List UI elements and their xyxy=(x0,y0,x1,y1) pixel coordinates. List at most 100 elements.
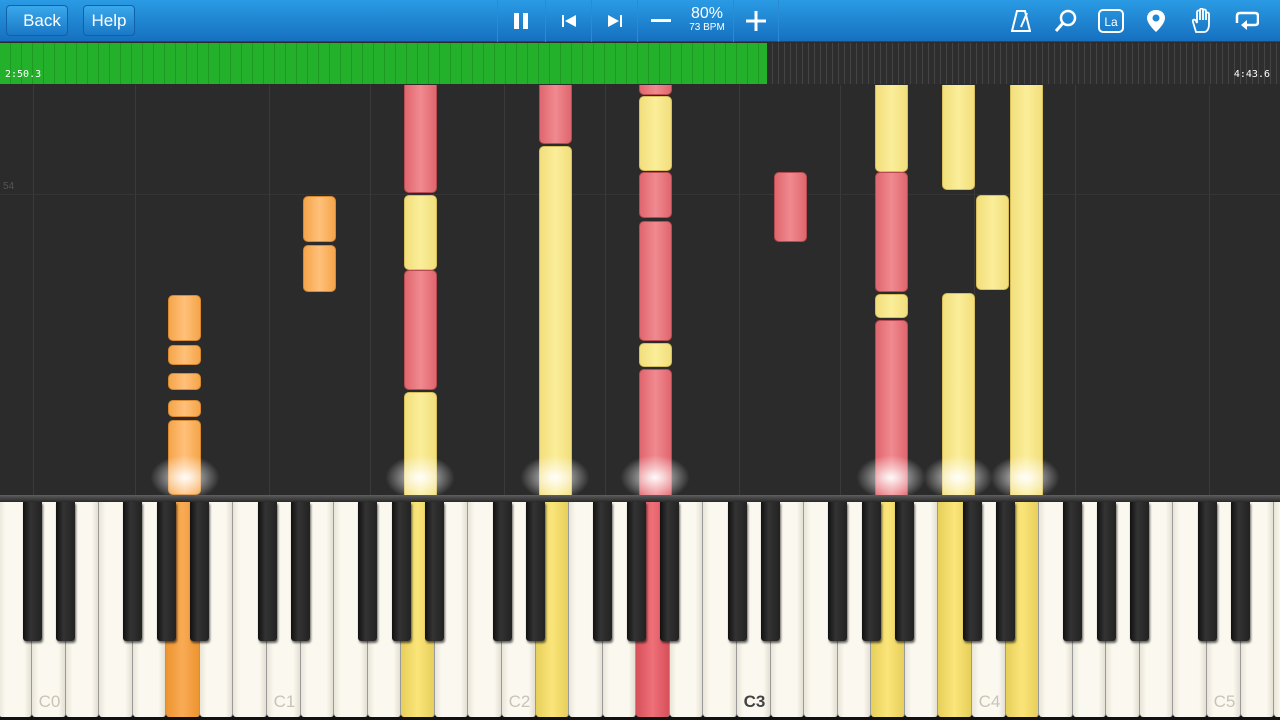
note-orange xyxy=(303,196,336,242)
note-orange xyxy=(168,373,201,390)
pause-button[interactable] xyxy=(497,0,543,42)
octave-gridline xyxy=(605,85,606,495)
octave-label-c0: C0 xyxy=(38,692,61,711)
octave-gridline xyxy=(135,85,136,495)
key-labels-button[interactable]: La xyxy=(1089,0,1133,42)
note-orange xyxy=(168,400,201,417)
note-yellow xyxy=(639,96,672,171)
top-toolbar: Back Help 80% 73 BPM La xyxy=(0,0,1280,42)
black-key[interactable] xyxy=(895,502,915,641)
hit-glow xyxy=(385,455,455,500)
black-key[interactable] xyxy=(1063,502,1083,641)
octave-gridline xyxy=(370,85,371,495)
back-button[interactable]: Back xyxy=(6,5,68,36)
note-yellow xyxy=(639,343,672,367)
speed-percent: 80% xyxy=(690,5,724,22)
octave-gridline xyxy=(504,85,505,495)
octave-label-c4: C4 xyxy=(978,692,1001,711)
note-red xyxy=(404,270,437,390)
black-key[interactable] xyxy=(593,502,613,641)
octave-gridline xyxy=(1209,85,1210,495)
black-key[interactable] xyxy=(257,502,277,641)
note-orange xyxy=(303,245,336,292)
black-key[interactable] xyxy=(391,502,411,641)
note-yellow xyxy=(942,85,975,190)
black-key[interactable] xyxy=(727,502,747,641)
note-yellow xyxy=(976,195,1009,290)
note-red xyxy=(639,221,672,341)
note-orange xyxy=(168,345,201,365)
loop-button[interactable] xyxy=(1224,0,1268,42)
octave-label-c3: C3 xyxy=(743,692,766,711)
black-key[interactable] xyxy=(22,502,42,641)
hit-glow xyxy=(620,455,690,500)
note-red xyxy=(404,85,437,193)
progress-fill xyxy=(0,43,767,84)
octave-gridline xyxy=(269,85,270,495)
progress-remaining xyxy=(767,43,1280,84)
hit-glow xyxy=(856,455,926,500)
black-key[interactable] xyxy=(1096,502,1116,641)
hit-glow xyxy=(520,455,590,500)
current-time: 2:50.3 xyxy=(5,69,42,80)
location-marker-button[interactable] xyxy=(1134,0,1178,42)
black-key[interactable] xyxy=(358,502,378,641)
note-red xyxy=(875,172,908,292)
black-key[interactable] xyxy=(526,502,546,641)
note-yellow xyxy=(404,195,437,270)
black-key[interactable] xyxy=(1197,502,1217,641)
white-key[interactable] xyxy=(1274,502,1280,717)
note-red xyxy=(639,85,672,95)
note-red xyxy=(774,172,807,242)
note-yellow xyxy=(875,85,908,172)
help-button[interactable]: Help xyxy=(83,5,135,36)
hit-glow xyxy=(923,455,993,500)
black-key[interactable] xyxy=(1130,502,1150,641)
note-orange xyxy=(168,295,201,341)
tempo-bpm: 73 BPM xyxy=(689,22,725,33)
octave-label-c1: C1 xyxy=(273,692,296,711)
black-key[interactable] xyxy=(962,502,982,641)
black-key[interactable] xyxy=(861,502,881,641)
song-timeline[interactable]: 2:50.3 4:43.6 xyxy=(0,43,1280,84)
hand-button[interactable] xyxy=(1179,0,1223,42)
black-key[interactable] xyxy=(828,502,848,641)
black-key[interactable] xyxy=(291,502,311,641)
svg-text:La: La xyxy=(1104,15,1118,29)
black-key[interactable] xyxy=(1231,502,1251,641)
zoom-button[interactable] xyxy=(1044,0,1088,42)
black-key[interactable] xyxy=(425,502,445,641)
note-yellow xyxy=(1010,85,1043,495)
note-red xyxy=(639,172,672,218)
octave-gridline xyxy=(840,85,841,495)
measure-number: 54 xyxy=(3,181,15,192)
previous-button[interactable] xyxy=(545,0,591,42)
next-button[interactable] xyxy=(591,0,637,42)
black-key[interactable] xyxy=(492,502,512,641)
octave-label-c2: C2 xyxy=(508,692,531,711)
hit-glow xyxy=(150,455,220,500)
black-key[interactable] xyxy=(761,502,781,641)
black-key[interactable] xyxy=(996,502,1016,641)
speed-up-button[interactable] xyxy=(733,0,779,42)
note-yellow xyxy=(539,146,572,495)
metronome-button[interactable] xyxy=(999,0,1043,42)
black-key[interactable] xyxy=(123,502,143,641)
black-key[interactable] xyxy=(626,502,646,641)
black-key[interactable] xyxy=(660,502,680,641)
note-red xyxy=(539,85,572,144)
falling-notes-area: 54 xyxy=(0,85,1280,495)
hit-glow xyxy=(990,455,1060,500)
octave-gridline xyxy=(33,85,34,495)
piano-keyboard[interactable]: C0 C1 C2 C3 C4 C5 xyxy=(0,502,1280,720)
note-yellow xyxy=(875,294,908,318)
speed-readout: 80% 73 BPM xyxy=(682,6,732,34)
octave-gridline xyxy=(1075,85,1076,495)
black-key[interactable] xyxy=(56,502,76,641)
octave-gridline xyxy=(739,85,740,495)
black-key[interactable] xyxy=(156,502,176,641)
total-time: 4:43.6 xyxy=(1233,69,1270,80)
speed-down-button[interactable] xyxy=(637,0,683,42)
black-key[interactable] xyxy=(190,502,210,641)
octave-label-c5: C5 xyxy=(1213,692,1236,711)
